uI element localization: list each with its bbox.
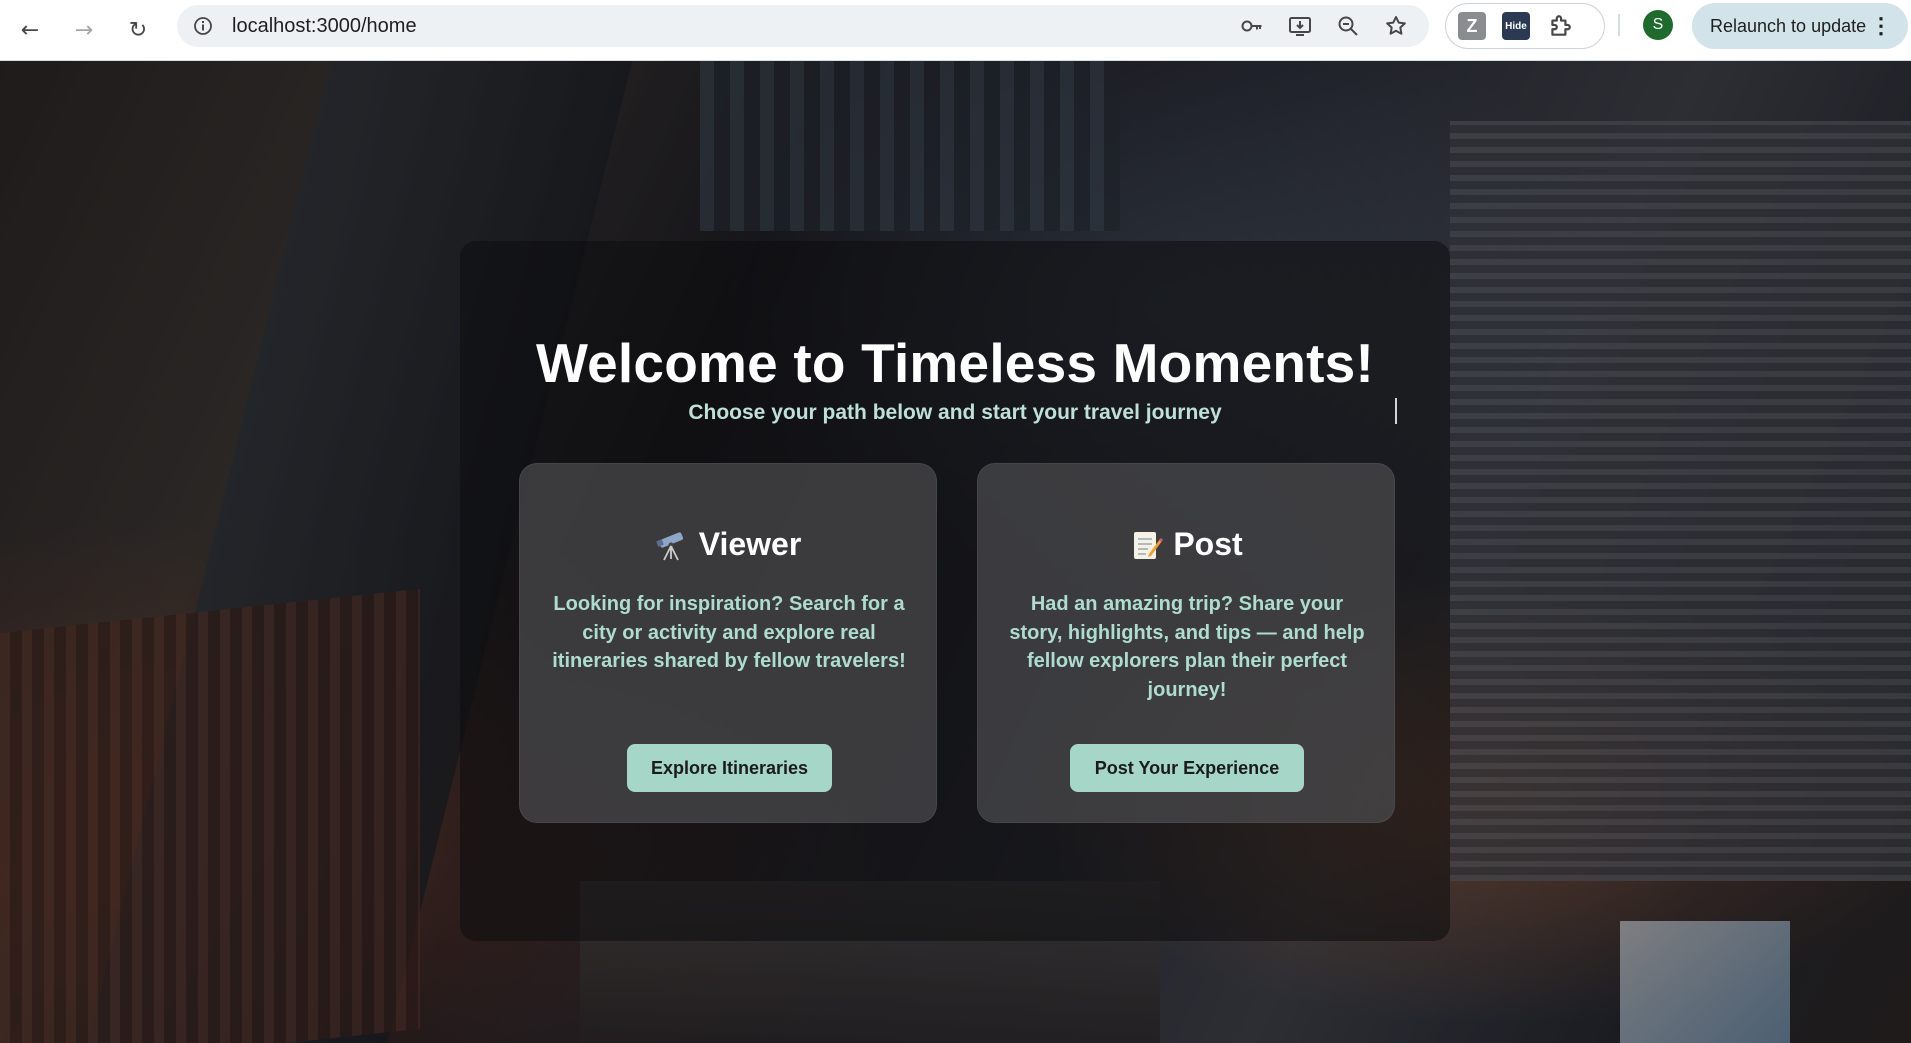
password-key-icon[interactable] — [1235, 9, 1269, 43]
browser-toolbar: ← → ↻ localhost:3000/home Z Hide S Relau… — [0, 0, 1911, 61]
viewer-title: Viewer — [698, 526, 802, 562]
reload-icon[interactable]: ↻ — [120, 12, 156, 48]
zoom-icon[interactable] — [1331, 9, 1365, 43]
memo-icon — [1129, 528, 1164, 562]
page-background: Welcome to Timeless Moments! Choose your… — [0, 61, 1911, 1043]
hide-extension-icon[interactable]: Hide — [1502, 12, 1530, 40]
bookmark-star-icon[interactable] — [1379, 9, 1413, 43]
relaunch-label: Relaunch to update — [1710, 15, 1867, 36]
more-menu-icon[interactable]: ⋮ — [1870, 15, 1892, 37]
install-app-icon[interactable] — [1283, 9, 1317, 43]
viewer-description: Looking for inspiration? Search for a ci… — [552, 593, 906, 672]
profile-avatar[interactable]: S — [1643, 10, 1673, 40]
extensions-group: Z Hide — [1445, 3, 1605, 49]
text-cursor — [1395, 398, 1397, 424]
back-icon[interactable]: ← — [12, 12, 48, 48]
site-info-icon[interactable] — [188, 11, 218, 41]
viewer-card: Viewer Looking for inspiration? Search f… — [519, 463, 937, 823]
telescope-icon — [655, 528, 689, 562]
post-title: Post — [1173, 526, 1243, 562]
address-bar[interactable]: localhost:3000/home — [177, 5, 1429, 47]
url-text[interactable]: localhost:3000/home — [232, 15, 417, 38]
forward-icon[interactable]: → — [66, 12, 102, 48]
post-card: Post Had an amazing trip? Share your sto… — [977, 463, 1395, 823]
toolbar-divider — [1618, 14, 1620, 36]
post-experience-button[interactable]: Post Your Experience — [1070, 744, 1304, 792]
explore-itineraries-button[interactable]: Explore Itineraries — [627, 744, 832, 792]
post-description: Had an amazing trip? Share your story, h… — [1009, 593, 1365, 701]
page-title: Welcome to Timeless Moments! — [536, 332, 1374, 394]
extensions-puzzle-icon[interactable] — [1546, 12, 1574, 40]
notes-extension-icon[interactable]: Z — [1458, 12, 1486, 40]
hero-panel: Welcome to Timeless Moments! Choose your… — [460, 241, 1450, 941]
page-subtitle: Choose your path below and start your tr… — [688, 401, 1222, 424]
relaunch-button[interactable]: Relaunch to update ⋮ — [1692, 3, 1908, 49]
